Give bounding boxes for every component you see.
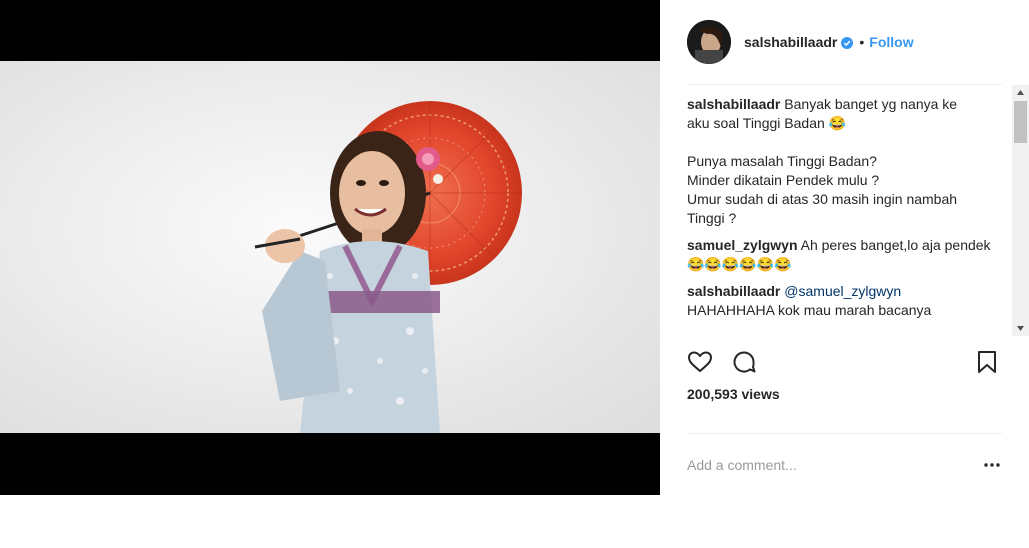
verified-badge-icon [841,36,854,49]
post-sidebar: salshabillaadr • Follow salshabillaadr B… [660,0,1029,495]
comment-text: HAHAHHAHA kok mau marah bacanya [687,302,932,318]
caption-line: Umur sudah di atas 30 masih ingin nambah [687,191,958,207]
caption-line: Minder dikatain Pendek mulu ? [687,172,880,188]
post-author-username[interactable]: salshabillaadr [744,34,837,50]
comment-username[interactable]: samuel_zylgwyn [687,237,798,253]
comment-item: samuel_zylgwyn Ah peres banget,lo aja pe… [687,236,1007,274]
more-options-icon[interactable] [982,455,1002,475]
avatar[interactable] [687,20,731,64]
avatar-image [687,20,731,64]
comment-username[interactable]: salshabillaadr [687,96,780,112]
comments-scrollbar[interactable] [1012,85,1029,336]
comment-bubble-icon[interactable] [731,349,757,375]
video-still-image [0,61,660,433]
comment-composer [687,433,1002,495]
add-comment-input[interactable] [687,456,982,473]
caption-line [687,133,1007,152]
heart-icon[interactable] [687,349,713,375]
comments-list[interactable]: salshabillaadr Banyak banget yg nanya ke… [687,95,1007,335]
caption-line: Tinggi ? [687,210,737,226]
post-video[interactable] [0,0,660,495]
views-count[interactable]: 200,593 views [687,386,780,402]
comment-item: salshabillaadr @samuel_zylgwyn HAHAHHAHA… [687,282,1007,320]
caption-line: Punya masalah Tinggi Badan? [687,153,877,169]
bookmark-icon[interactable] [974,349,1000,375]
post-header: salshabillaadr • Follow [687,0,1002,85]
post-actions [687,340,1002,384]
caption-line: aku soal Tinggi Badan 😂 [687,115,847,131]
separator-dot: • [859,34,865,50]
comment-username[interactable]: salshabillaadr [687,283,780,299]
caption-line: salshabillaadr Banyak banget yg nanya ke [687,96,958,112]
video-frame[interactable] [0,61,660,433]
instagram-post: salshabillaadr • Follow salshabillaadr B… [0,0,1029,495]
comment-mention[interactable]: @samuel_zylgwyn [784,283,901,299]
caption: salshabillaadr Banyak banget yg nanya ke… [687,95,1007,228]
follow-button[interactable]: Follow [869,34,913,50]
